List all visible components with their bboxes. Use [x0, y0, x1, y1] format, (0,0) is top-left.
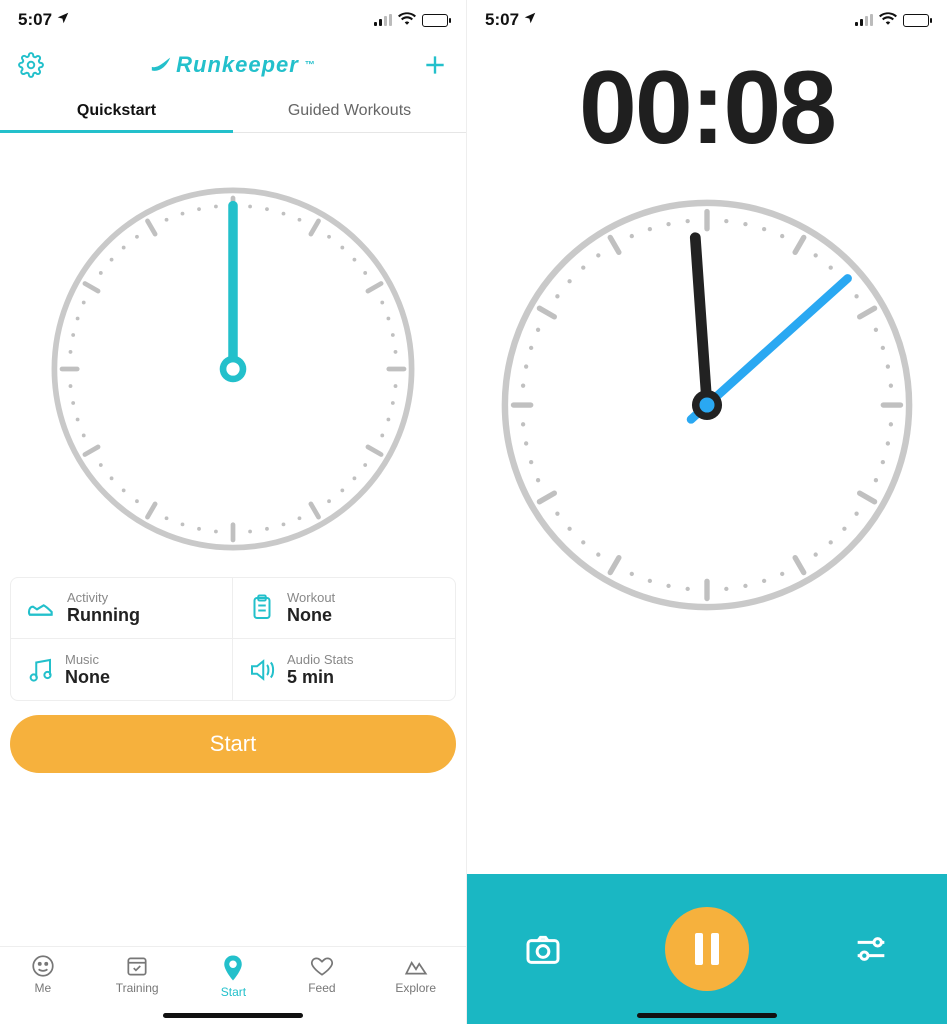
tab-label: Me	[35, 981, 52, 995]
battery-icon	[903, 14, 929, 27]
add-button[interactable]	[418, 48, 452, 82]
status-time-text: 5:07	[485, 10, 519, 30]
option-activity[interactable]: Activity Running	[11, 578, 233, 639]
pause-button[interactable]	[665, 907, 749, 991]
brand-logo: Runkeeper™	[150, 52, 316, 78]
clock-face	[467, 190, 947, 620]
tab-feed[interactable]: Feed	[308, 953, 335, 995]
tab-label: Start	[221, 985, 246, 999]
music-icon	[25, 655, 55, 685]
option-label: Music	[65, 652, 110, 667]
elapsed-time: 00:08	[467, 56, 947, 160]
workout-tabs: Quickstart Guided Workouts	[0, 90, 466, 133]
location-icon	[56, 10, 70, 30]
status-time: 5:07	[18, 10, 70, 30]
tab-guided-workouts[interactable]: Guided Workouts	[233, 90, 466, 132]
option-label: Audio Stats	[287, 652, 354, 667]
run-options: Activity Running Workout None Music None…	[10, 577, 456, 701]
settings-sliders-button[interactable]	[841, 919, 901, 979]
status-bar: 5:07	[467, 0, 947, 40]
clipboard-icon	[247, 593, 277, 623]
tab-label: Training	[116, 981, 159, 995]
tab-label: Feed	[308, 981, 335, 995]
option-label: Workout	[287, 590, 335, 605]
nav-header: Runkeeper™	[0, 40, 466, 90]
tab-me[interactable]: Me	[30, 953, 56, 995]
tab-quickstart[interactable]: Quickstart	[0, 90, 233, 132]
settings-button[interactable]	[14, 48, 48, 82]
screen-quickstart: 5:07 Runkeeper™	[0, 0, 467, 1024]
start-button[interactable]: Start	[10, 715, 456, 773]
home-indicator[interactable]	[163, 1013, 303, 1018]
location-icon	[523, 10, 537, 30]
tab-label: Explore	[395, 981, 436, 995]
wifi-icon	[398, 10, 416, 30]
option-audio-stats[interactable]: Audio Stats 5 min	[233, 639, 455, 700]
camera-button[interactable]	[513, 919, 573, 979]
tab-explore[interactable]: Explore	[395, 953, 436, 995]
status-bar: 5:07	[0, 0, 466, 40]
pause-icon	[695, 933, 719, 965]
option-value: None	[287, 605, 335, 626]
status-time-text: 5:07	[18, 10, 52, 30]
option-workout[interactable]: Workout None	[233, 578, 455, 639]
option-music[interactable]: Music None	[11, 639, 233, 700]
shoe-icon	[25, 592, 57, 624]
option-value: 5 min	[287, 667, 354, 688]
screen-running: 5:07 00:08	[467, 0, 947, 1024]
battery-icon	[422, 14, 448, 27]
brand-text: Runkeeper	[176, 52, 299, 78]
wifi-icon	[879, 10, 897, 30]
home-indicator[interactable]	[637, 1013, 777, 1018]
option-value: None	[65, 667, 110, 688]
tab-start[interactable]: Start	[218, 953, 248, 999]
brand-swirl-icon	[150, 54, 172, 76]
clock-face	[0, 179, 466, 559]
option-value: Running	[67, 605, 140, 626]
cellular-icon	[855, 14, 873, 26]
tab-training[interactable]: Training	[116, 953, 159, 995]
run-controls	[467, 874, 947, 1024]
cellular-icon	[374, 14, 392, 26]
speaker-icon	[247, 655, 277, 685]
option-label: Activity	[67, 590, 140, 605]
clock-minute-hand	[695, 238, 707, 405]
